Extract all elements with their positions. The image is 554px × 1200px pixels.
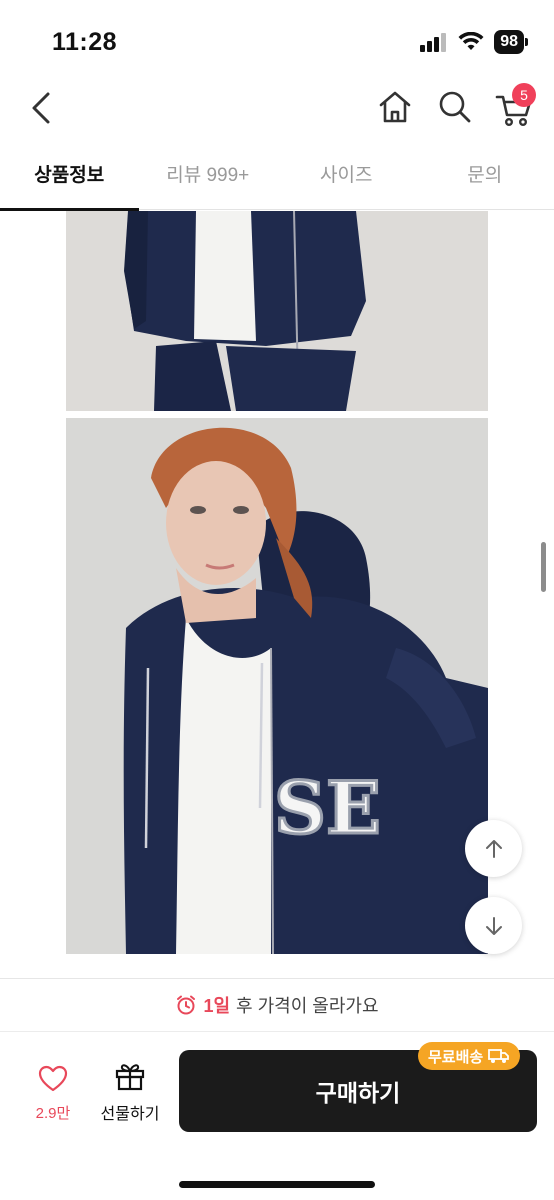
- heart-icon: [38, 1065, 68, 1092]
- search-icon: [439, 91, 471, 123]
- home-button[interactable]: [376, 88, 414, 126]
- purchase-bar: 2.9만 선물하기 구매하기 무료배송: [0, 1033, 554, 1200]
- product-tabs: 상품정보 리뷰 999+ 사이즈 문의: [0, 148, 554, 211]
- arrow-down-icon: [485, 916, 502, 935]
- jacket-letter-print: SE: [274, 765, 381, 850]
- like-count: 2.9만: [35, 1105, 71, 1122]
- home-indicator: [179, 1181, 375, 1188]
- top-nav: [0, 80, 554, 140]
- search-button[interactable]: [436, 88, 474, 126]
- tab-inquiry[interactable]: 문의: [416, 148, 554, 209]
- status-icons: 98: [420, 30, 528, 54]
- scroll-to-top-button[interactable]: [465, 820, 522, 877]
- product-photo-top: [66, 211, 488, 411]
- price-increase-notice: 1일 후 가격이 올라가요: [0, 978, 554, 1032]
- product-photo-model: SE: [66, 418, 488, 954]
- battery-indicator: 98: [494, 30, 528, 54]
- tab-reviews[interactable]: 리뷰 999+: [139, 148, 278, 209]
- tab-size[interactable]: 사이즈: [277, 148, 416, 209]
- gift-icon: [115, 1064, 145, 1091]
- status-bar: 11:28 98: [0, 0, 554, 80]
- scroll-indicator[interactable]: [541, 542, 546, 592]
- product-photo-lower-body: [66, 211, 488, 411]
- free-shipping-badge: 무료배송: [418, 1042, 521, 1070]
- product-photo-main: SE: [66, 418, 488, 954]
- signal-icon: [420, 33, 447, 52]
- scroll-to-bottom-button[interactable]: [465, 897, 522, 954]
- truck-icon: [488, 1049, 510, 1063]
- wifi-icon: [458, 32, 484, 50]
- free-shipping-label: 무료배송: [428, 1048, 484, 1066]
- gift-button[interactable]: 선물하기: [96, 1061, 164, 1127]
- chevron-left-icon: [32, 92, 50, 124]
- back-button[interactable]: [26, 88, 58, 128]
- like-button[interactable]: 2.9만: [28, 1065, 78, 1127]
- notice-days: 1일: [203, 996, 231, 1016]
- home-icon: [379, 91, 411, 123]
- notice-text: 후 가격이 올라가요: [236, 996, 379, 1016]
- alarm-clock-icon: [177, 995, 196, 1015]
- gift-label: 선물하기: [100, 1106, 160, 1123]
- tab-product-info[interactable]: 상품정보: [0, 148, 139, 211]
- cart-count-badge: 5: [512, 83, 536, 107]
- status-time: 11:28: [52, 28, 118, 56]
- arrow-up-icon: [485, 839, 502, 858]
